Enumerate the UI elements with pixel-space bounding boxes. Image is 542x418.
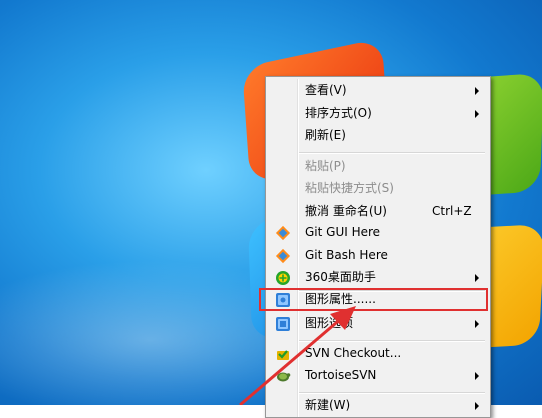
- annotation-arrow-icon: [239, 306, 356, 405]
